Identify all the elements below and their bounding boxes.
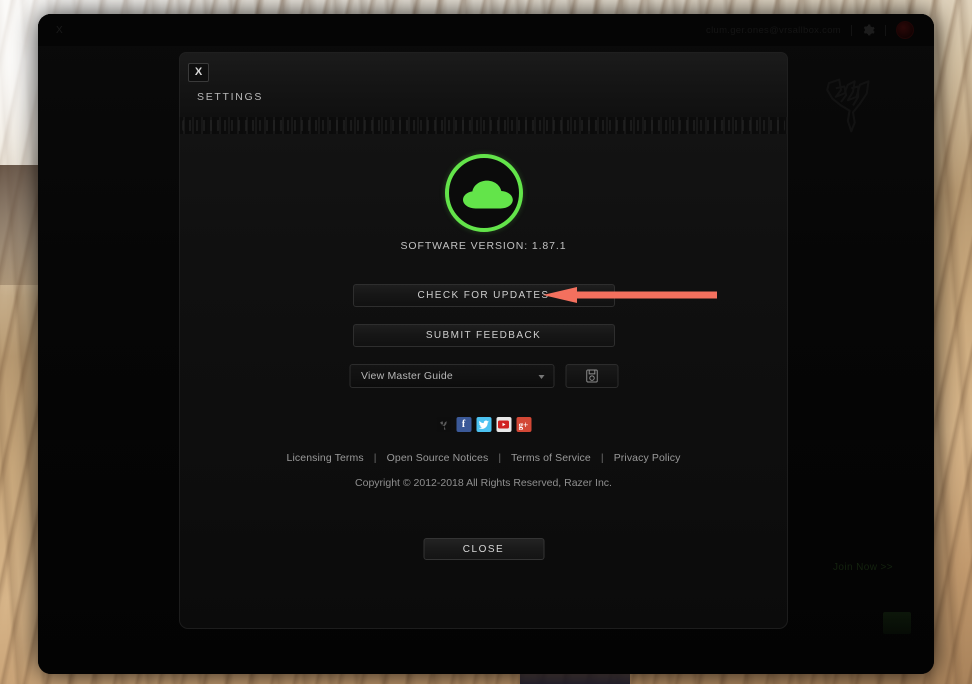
promo-artwork [883,612,911,634]
logo-ring [444,154,523,232]
razer-synapse-window: X clum.ger.ones@vrsallbox.com Join Now >… [38,14,934,674]
twitter-icon[interactable] [476,417,491,432]
download-guide-button[interactable] [565,364,618,388]
chevron-down-icon [538,375,544,379]
account-email-label: clum.ger.ones@vrsallbox.com [706,24,841,36]
window-titlebar: X clum.ger.ones@vrsallbox.com [38,14,934,46]
facebook-icon[interactable]: f [456,417,471,432]
settings-dialog: X SETTINGS SOFTWARE VERSION: 1.87.1 CHEC… [179,52,788,632]
titlebar-divider [851,24,852,36]
titlebar-right-group: clum.ger.ones@vrsallbox.com [706,21,934,39]
gear-icon[interactable] [862,24,875,37]
link-privacy-policy[interactable]: Privacy Policy [614,452,681,464]
promo-join-now[interactable]: Join Now >> [833,562,893,573]
link-open-source-notices[interactable]: Open Source Notices [387,452,489,464]
dialog-texture-strip [179,117,788,134]
dialog-header: X SETTINGS [179,52,788,117]
razer-synapse-cloud-logo [444,154,523,232]
cloud-icon [462,180,513,209]
link-terms-of-service[interactable]: Terms of Service [511,452,591,464]
avatar[interactable] [896,21,914,39]
tab-settings[interactable]: SETTINGS [197,91,263,103]
guide-selected-label: View Master Guide [361,370,453,382]
googleplus-icon[interactable]: g+ [516,417,531,432]
titlebar-left-label: X [56,24,64,36]
check-for-updates-button[interactable]: CHECK FOR UPDATES [352,284,615,307]
social-icons-row: f g+ [436,417,531,432]
link-licensing-terms[interactable]: Licensing Terms [287,452,364,464]
save-document-icon [585,369,598,383]
dialog-body: SOFTWARE VERSION: 1.87.1 CHECK FOR UPDAT… [179,134,788,629]
razer-icon[interactable] [436,417,451,432]
software-version-label: SOFTWARE VERSION: 1.87.1 [400,240,567,252]
youtube-icon[interactable] [496,417,511,432]
footer-links: Licensing Terms | Open Source Notices | … [180,452,787,464]
guide-row: View Master Guide [349,364,618,388]
close-icon[interactable]: X [188,63,209,82]
razer-logo-watermark [810,59,896,145]
razer-glyph [439,421,447,430]
screenshot-root: X clum.ger.ones@vrsallbox.com Join Now >… [0,0,972,684]
submit-feedback-button[interactable]: SUBMIT FEEDBACK [352,324,615,347]
footer-separator-1: | [373,452,377,464]
close-button[interactable]: CLOSE [423,538,544,560]
titlebar-left-group: X [38,25,63,36]
titlebar-divider-2 [885,24,886,36]
view-master-guide-select[interactable]: View Master Guide [349,364,554,388]
copyright-label: Copyright © 2012-2018 All Rights Reserve… [355,477,612,489]
footer-separator-3: | [600,452,604,464]
twitter-bird-glyph [478,420,489,429]
footer-separator-2: | [498,452,502,464]
youtube-glyph [498,420,509,429]
